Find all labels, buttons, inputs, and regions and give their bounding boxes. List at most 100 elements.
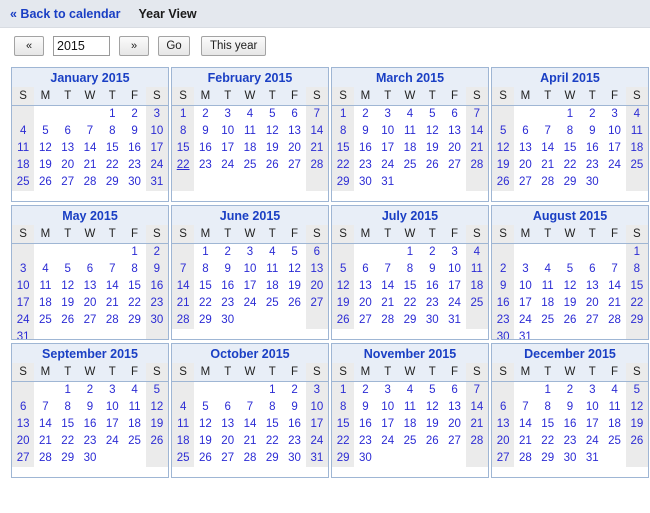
day-cell[interactable]: 31 bbox=[376, 174, 399, 191]
day-link[interactable]: 14 bbox=[244, 416, 257, 433]
day-link[interactable]: 12 bbox=[288, 261, 301, 278]
day-link[interactable]: 17 bbox=[310, 416, 323, 433]
day-cell[interactable]: 4 bbox=[12, 123, 35, 140]
day-cell[interactable]: 11 bbox=[603, 399, 626, 416]
day-link[interactable]: 18 bbox=[404, 140, 417, 157]
day-link[interactable]: 8 bbox=[634, 261, 640, 278]
day-cell[interactable]: 12 bbox=[56, 278, 79, 295]
day-link[interactable]: 17 bbox=[586, 416, 599, 433]
day-cell[interactable]: 19 bbox=[145, 416, 168, 433]
day-cell[interactable]: 16 bbox=[492, 295, 515, 312]
day-link[interactable]: 25 bbox=[608, 433, 621, 450]
day-link[interactable]: 17 bbox=[608, 140, 621, 157]
day-cell[interactable]: 25 bbox=[465, 295, 488, 312]
day-link[interactable]: 12 bbox=[497, 140, 510, 157]
day-cell[interactable]: 29 bbox=[536, 450, 559, 467]
day-cell[interactable]: 26 bbox=[492, 174, 515, 191]
day-link[interactable]: 26 bbox=[497, 174, 510, 191]
day-link[interactable]: 20 bbox=[497, 433, 510, 450]
day-link[interactable]: 24 bbox=[448, 295, 461, 312]
day-cell[interactable]: 29 bbox=[332, 174, 355, 191]
day-cell[interactable]: 18 bbox=[34, 295, 57, 312]
day-cell[interactable]: 6 bbox=[492, 399, 515, 416]
day-link[interactable]: 4 bbox=[407, 382, 413, 399]
day-cell[interactable]: 8 bbox=[625, 261, 648, 278]
day-link[interactable]: 26 bbox=[61, 312, 74, 329]
day-link[interactable]: 27 bbox=[17, 450, 30, 467]
day-cell[interactable]: 5 bbox=[492, 123, 515, 140]
day-cell[interactable]: 9 bbox=[194, 123, 217, 140]
day-link[interactable]: 7 bbox=[109, 261, 115, 278]
day-link[interactable]: 27 bbox=[359, 312, 372, 329]
day-cell[interactable]: 22 bbox=[194, 295, 217, 312]
day-cell[interactable]: 14 bbox=[34, 416, 57, 433]
day-link[interactable]: 9 bbox=[291, 399, 297, 416]
day-link[interactable]: 23 bbox=[586, 157, 599, 174]
day-cell[interactable]: 24 bbox=[145, 157, 168, 174]
day-link[interactable]: 1 bbox=[269, 382, 275, 399]
day-link[interactable]: 23 bbox=[359, 433, 372, 450]
day-link[interactable]: 11 bbox=[129, 399, 141, 416]
day-cell[interactable]: 2 bbox=[581, 105, 604, 123]
day-cell[interactable]: 21 bbox=[465, 416, 488, 433]
day-cell[interactable]: 23 bbox=[283, 433, 306, 450]
day-cell[interactable]: 20 bbox=[443, 140, 466, 157]
day-cell[interactable]: 31 bbox=[443, 312, 466, 329]
day-cell[interactable]: 4 bbox=[172, 399, 195, 416]
day-cell[interactable]: 17 bbox=[376, 416, 399, 433]
day-cell[interactable]: 6 bbox=[514, 123, 537, 140]
day-link[interactable]: 29 bbox=[337, 450, 350, 467]
day-cell[interactable]: 5 bbox=[421, 105, 444, 123]
day-link[interactable]: 7 bbox=[611, 261, 617, 278]
day-cell[interactable]: 7 bbox=[78, 123, 102, 140]
day-cell[interactable]: 30 bbox=[558, 450, 582, 467]
day-cell[interactable]: 30 bbox=[283, 450, 306, 467]
day-link[interactable]: 21 bbox=[310, 140, 323, 157]
day-cell[interactable]: 11 bbox=[398, 399, 422, 416]
day-cell[interactable]: 21 bbox=[536, 157, 559, 174]
day-cell[interactable]: 18 bbox=[625, 140, 648, 157]
day-cell[interactable]: 9 bbox=[421, 261, 444, 278]
day-cell[interactable]: 15 bbox=[194, 278, 217, 295]
day-link[interactable]: 16 bbox=[221, 278, 234, 295]
day-link[interactable]: 13 bbox=[497, 416, 510, 433]
day-cell[interactable]: 26 bbox=[283, 295, 306, 312]
day-cell[interactable]: 29 bbox=[625, 312, 648, 329]
day-link[interactable]: 28 bbox=[541, 174, 554, 191]
day-link[interactable]: 29 bbox=[630, 312, 643, 329]
day-cell[interactable]: 27 bbox=[443, 433, 466, 450]
day-cell[interactable]: 1 bbox=[123, 243, 146, 261]
day-link[interactable]: 28 bbox=[310, 157, 323, 174]
day-cell[interactable]: 5 bbox=[283, 243, 306, 261]
day-cell[interactable]: 5 bbox=[56, 261, 79, 278]
day-link[interactable]: 10 bbox=[150, 123, 163, 140]
day-cell[interactable]: 6 bbox=[443, 105, 466, 123]
day-link[interactable]: 18 bbox=[470, 278, 483, 295]
day-link[interactable]: 15 bbox=[128, 278, 141, 295]
day-link[interactable]: 29 bbox=[541, 450, 554, 467]
day-cell[interactable]: 7 bbox=[305, 105, 328, 123]
day-cell[interactable]: 5 bbox=[332, 261, 355, 278]
day-link[interactable]: 23 bbox=[128, 157, 141, 174]
day-link[interactable]: 3 bbox=[20, 261, 26, 278]
day-link[interactable]: 24 bbox=[106, 433, 119, 450]
day-link[interactable]: 5 bbox=[567, 261, 573, 278]
day-link[interactable]: 2 bbox=[500, 261, 506, 278]
day-cell[interactable]: 19 bbox=[34, 157, 57, 174]
day-link[interactable]: 31 bbox=[381, 174, 394, 191]
day-link[interactable]: 17 bbox=[106, 416, 119, 433]
day-cell[interactable]: 3 bbox=[581, 381, 604, 399]
day-link[interactable]: 3 bbox=[247, 244, 253, 261]
day-link[interactable]: 17 bbox=[221, 140, 234, 157]
day-cell[interactable]: 2 bbox=[283, 381, 306, 399]
day-link[interactable]: 5 bbox=[340, 261, 346, 278]
day-cell[interactable]: 20 bbox=[305, 278, 328, 295]
day-cell[interactable]: 5 bbox=[145, 381, 168, 399]
day-cell[interactable]: 10 bbox=[443, 261, 466, 278]
day-link[interactable]: 7 bbox=[247, 399, 253, 416]
day-cell[interactable]: 7 bbox=[172, 261, 195, 278]
day-cell[interactable]: 1 bbox=[172, 105, 195, 123]
day-cell[interactable]: 16 bbox=[123, 140, 146, 157]
day-link[interactable]: 9 bbox=[362, 399, 368, 416]
day-link[interactable]: 18 bbox=[608, 416, 621, 433]
